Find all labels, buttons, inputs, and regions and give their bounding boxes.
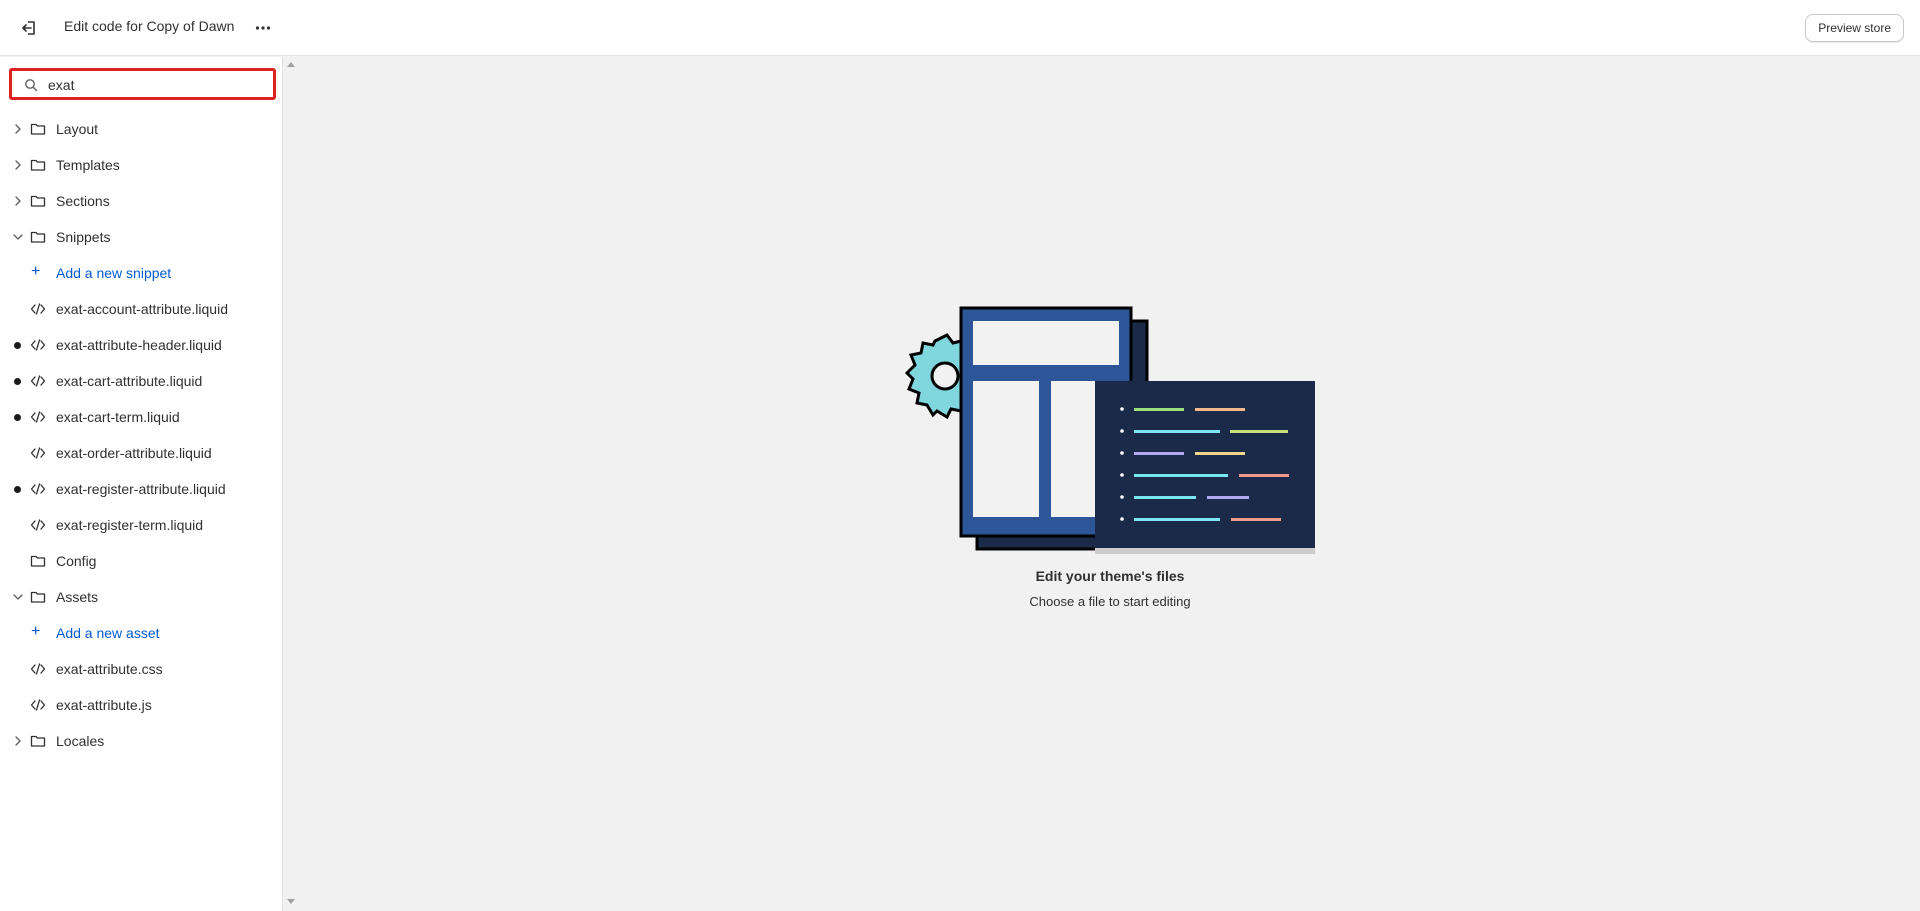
plus-icon: +: [31, 623, 41, 640]
code-file-icon: [30, 339, 46, 351]
exit-icon: [22, 21, 35, 35]
tree-item-label: Templates: [56, 157, 120, 173]
unsaved-dot-icon: [14, 486, 21, 493]
folder-templates[interactable]: Templates: [0, 147, 283, 183]
file-item[interactable]: exat-register-term.liquid: [0, 507, 283, 543]
folder-assets[interactable]: Assets: [0, 579, 283, 615]
folder-layout[interactable]: Layout: [0, 111, 283, 147]
file-item[interactable]: exat-register-attribute.liquid: [0, 471, 283, 507]
empty-state-subtitle: Choose a file to start editing: [1029, 594, 1191, 609]
theme-editor-illustration: [905, 306, 1315, 554]
folder-config[interactable]: Config: [0, 543, 283, 579]
scroll-down-arrow-icon[interactable]: [287, 899, 295, 904]
code-file-icon: [30, 519, 46, 531]
folder-icon: [30, 231, 46, 243]
more-horizontal-icon: [255, 26, 271, 30]
code-file-icon: [30, 375, 46, 387]
tree-item-label: Layout: [56, 121, 99, 137]
tree-item-label: exat-attribute-header.liquid: [56, 337, 222, 353]
tree-item-label: exat-cart-term.liquid: [56, 409, 180, 425]
unsaved-dot-icon: [14, 342, 21, 349]
chevron-right-icon: [15, 160, 21, 170]
file-item[interactable]: exat-order-attribute.liquid: [0, 435, 283, 471]
search-field[interactable]: [9, 68, 276, 100]
tree-item-label: exat-register-attribute.liquid: [56, 481, 226, 497]
code-file-icon: [30, 303, 46, 315]
scroll-up-arrow-icon[interactable]: [287, 62, 295, 67]
chevron-right-icon: [15, 196, 21, 206]
folder-icon: [30, 195, 46, 207]
file-item[interactable]: exat-attribute.css: [0, 651, 283, 687]
code-file-icon: [30, 447, 46, 459]
tree-item-label: exat-register-term.liquid: [56, 517, 204, 533]
tree-item-label: Assets: [56, 589, 99, 605]
tree-item-label: Add a new snippet: [56, 265, 172, 281]
file-item[interactable]: exat-account-attribute.liquid: [0, 291, 283, 327]
code-file-icon: [30, 699, 46, 711]
tree-item-label: Add a new asset: [56, 625, 160, 641]
unsaved-dot-icon: [14, 378, 21, 385]
code-file-icon: [30, 483, 46, 495]
folder-snippets[interactable]: Snippets: [0, 219, 283, 255]
tree-item-label: Locales: [56, 733, 105, 749]
file-item[interactable]: exat-attribute-header.liquid: [0, 327, 283, 363]
tree-item-label: Sections: [56, 193, 110, 209]
file-item[interactable]: exat-cart-attribute.liquid: [0, 363, 283, 399]
tree-item-label: exat-attribute.css: [56, 661, 163, 677]
search-icon: [25, 79, 38, 92]
add-file-link[interactable]: + Add a new snippet: [0, 255, 283, 291]
file-sidebar: Layout Templates Sections Snippets + Add a ne…: [0, 57, 283, 911]
more-actions-button[interactable]: [250, 15, 276, 41]
file-item[interactable]: exat-attribute.js: [0, 687, 283, 723]
tree-item-label: Config: [56, 553, 97, 569]
plus-icon: +: [31, 263, 41, 280]
code-file-icon: [30, 411, 46, 423]
tree-item-label: exat-attribute.js: [56, 697, 152, 713]
folder-icon: [30, 159, 46, 171]
tree-item-label: Snippets: [56, 229, 111, 245]
chevron-down-icon: [13, 234, 23, 240]
top-bar: Edit code for Copy of Dawn Preview store: [0, 0, 1920, 56]
tree-item-label: exat-order-attribute.liquid: [56, 445, 212, 461]
search-input[interactable]: [48, 75, 268, 95]
add-file-link[interactable]: + Add a new asset: [0, 615, 283, 651]
page-title: Edit code for Copy of Dawn: [64, 18, 235, 34]
sidebar-scrollbar[interactable]: [283, 57, 299, 911]
folder-icon: [30, 123, 46, 135]
preview-store-button[interactable]: Preview store: [1805, 14, 1904, 42]
chevron-right-icon: [15, 736, 21, 746]
tree-item-label: exat-account-attribute.liquid: [56, 301, 228, 317]
folder-icon: [30, 735, 46, 747]
tree-item-label: exat-cart-attribute.liquid: [56, 373, 203, 389]
empty-state-title: Edit your theme's files: [1035, 568, 1185, 584]
code-file-icon: [30, 663, 46, 675]
chevron-right-icon: [15, 124, 21, 134]
folder-icon: [30, 555, 46, 567]
folder-icon: [30, 591, 46, 603]
folder-locales[interactable]: Locales: [0, 723, 283, 759]
file-tree: Layout Templates Sections Snippets + Add a ne…: [0, 111, 283, 759]
folder-sections[interactable]: Sections: [0, 183, 283, 219]
chevron-down-icon: [13, 594, 23, 600]
unsaved-dot-icon: [14, 414, 21, 421]
exit-button[interactable]: [16, 15, 42, 41]
file-item[interactable]: exat-cart-term.liquid: [0, 399, 283, 435]
